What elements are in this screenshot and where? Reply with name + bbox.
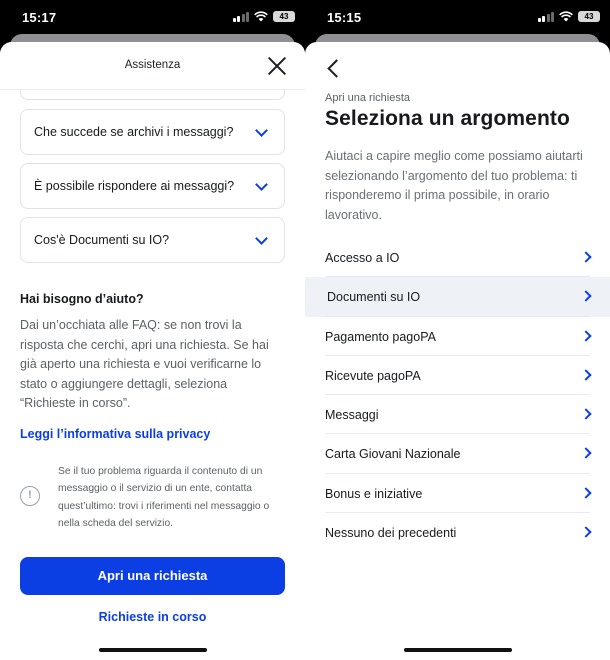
status-bar: 15:15 43 <box>305 0 610 36</box>
cellular-signal-icon <box>538 12 555 22</box>
topic-sheet: Apri una richiesta Seleziona un argoment… <box>305 42 610 660</box>
info-icon: ! <box>20 486 40 506</box>
info-text: Se il tuo problema riguarda il contenuto… <box>58 463 286 532</box>
topic-item[interactable]: Nessuno dei precedenti <box>305 513 610 552</box>
chevron-right-icon <box>580 330 591 341</box>
chevron-right-icon <box>580 409 591 420</box>
sheet-title: Assistenza <box>0 59 305 71</box>
faq-question: Cos'è Documenti su IO? <box>34 233 169 247</box>
chevron-right-icon <box>580 448 591 459</box>
ongoing-requests-link[interactable]: Richieste in corso <box>0 610 305 624</box>
topic-item[interactable]: Accesso a IO <box>305 238 610 277</box>
phone-screen-faq: 15:17 43 Assistenza Che succede se archi… <box>0 0 305 660</box>
topic-label: Documenti su IO <box>327 290 420 304</box>
chevron-right-icon <box>580 487 591 498</box>
status-time: 15:15 <box>327 10 361 25</box>
chevron-left-icon[interactable] <box>325 57 345 79</box>
topic-item[interactable]: Bonus e iniziative <box>305 474 610 513</box>
topic-item-selected[interactable]: Documenti su IO <box>305 277 610 316</box>
battery-icon: 43 <box>273 11 295 22</box>
home-indicator <box>99 648 207 652</box>
faq-item[interactable]: È possibile rispondere ai messaggi? <box>20 163 285 209</box>
topic-label: Pagamento pagoPA <box>325 330 436 344</box>
topic-label: Messaggi <box>325 408 379 422</box>
topic-item[interactable]: Ricevute pagoPA <box>305 356 610 395</box>
help-title: Hai bisogno d’aiuto? <box>20 292 144 306</box>
chevron-right-icon <box>580 251 591 262</box>
topic-list: Accesso a IO Documenti su IO Pagamento p… <box>305 238 610 552</box>
topic-label: Accesso a IO <box>325 251 399 265</box>
status-icons: 43 <box>538 11 601 22</box>
page-title: Seleziona un argomento <box>325 107 570 131</box>
chevron-down-icon <box>255 178 268 191</box>
status-time: 15:17 <box>22 10 56 25</box>
faq-question: Che succede se archivi i messaggi? <box>34 125 233 139</box>
wifi-icon <box>559 11 573 22</box>
home-indicator <box>404 648 512 652</box>
topic-item[interactable]: Pagamento pagoPA <box>305 317 610 356</box>
breadcrumb: Apri una richiesta <box>325 92 410 104</box>
phone-screen-topics: 15:15 43 Apri una richiesta Seleziona un… <box>305 0 610 660</box>
page-description: Aiutaci a capire meglio come possiamo ai… <box>325 147 585 225</box>
topic-label: Nessuno dei precedenti <box>325 526 456 540</box>
status-icons: 43 <box>233 11 296 22</box>
cellular-signal-icon <box>233 12 250 22</box>
chevron-right-icon <box>580 369 591 380</box>
open-request-button[interactable]: Apri una richiesta <box>20 557 285 595</box>
topic-item[interactable]: Carta Giovani Nazionale <box>305 434 610 473</box>
chevron-down-icon <box>255 124 268 137</box>
wifi-icon <box>254 11 268 22</box>
topic-label: Carta Giovani Nazionale <box>325 447 461 461</box>
close-icon[interactable] <box>267 56 287 76</box>
assistance-sheet: Assistenza Che succede se archivi i mess… <box>0 42 305 660</box>
chevron-right-icon <box>580 526 591 537</box>
sheet-header: Assistenza <box>0 42 305 90</box>
help-text: Dai un’occhiata alle FAQ: se non trovi l… <box>20 316 282 414</box>
privacy-link[interactable]: Leggi l’informativa sulla privacy <box>20 427 210 441</box>
faq-item[interactable]: Cos'è Documenti su IO? <box>20 217 285 263</box>
chevron-down-icon <box>255 232 268 245</box>
topic-item[interactable]: Messaggi <box>305 395 610 434</box>
chevron-right-icon <box>580 291 591 302</box>
battery-icon: 43 <box>578 11 600 22</box>
status-bar: 15:17 43 <box>0 0 305 36</box>
faq-item[interactable]: Che succede se archivi i messaggi? <box>20 109 285 155</box>
faq-question: È possibile rispondere ai messaggi? <box>34 179 234 193</box>
topic-label: Ricevute pagoPA <box>325 369 421 383</box>
topic-label: Bonus e iniziative <box>325 487 422 501</box>
